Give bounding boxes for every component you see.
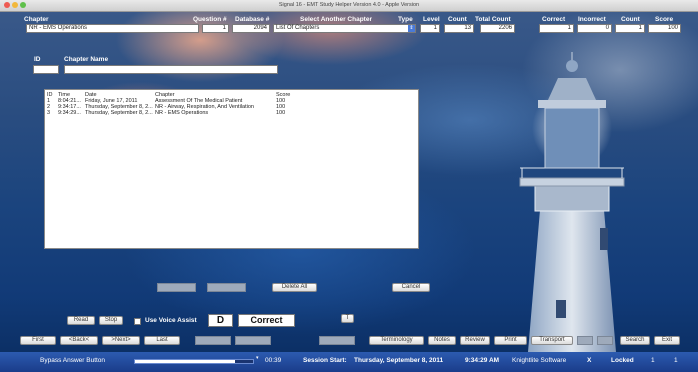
next-button[interactable]: >Next> <box>102 336 140 345</box>
results-list[interactable]: ID Time Date Chapter Score 1 8:04:21... … <box>44 89 419 249</box>
id-label: ID <box>34 56 41 63</box>
question-number-label: Question # <box>193 16 227 23</box>
terminology-button[interactable]: Terminology <box>369 336 424 345</box>
select-chapter-dropdown[interactable]: List Of Chapters ⇕ <box>273 24 416 33</box>
blank-button-3[interactable] <box>195 336 231 345</box>
session-time: 9:34:29 AM <box>465 357 500 364</box>
locked-indicator: Locked <box>611 357 634 364</box>
level-field[interactable]: 1 <box>420 24 440 33</box>
transport-button[interactable]: Transport <box>531 336 573 345</box>
answer-result-display: Correct <box>238 314 295 327</box>
last-button[interactable]: Last <box>144 336 180 345</box>
row-date: Thursday, September 8, 2... <box>85 110 153 116</box>
progress-end-icon: ▾ <box>256 355 259 361</box>
notes-button[interactable]: Notes <box>428 336 456 345</box>
voice-assist-checkbox[interactable] <box>134 318 141 325</box>
total-count-field[interactable]: 2206 <box>480 24 515 33</box>
print-button[interactable]: Print <box>494 336 527 345</box>
progress-fill <box>135 360 236 363</box>
count-label: Count <box>448 16 467 23</box>
timer-value: 00:39 <box>265 357 282 364</box>
blank-button-2[interactable] <box>207 283 246 292</box>
database-number-field[interactable]: 2094 <box>232 24 270 33</box>
blank-button-4[interactable] <box>235 336 271 345</box>
database-number-label: Database # <box>235 16 270 23</box>
count2-label: Count <box>621 16 640 23</box>
voice-assist-label: Use Voice Assist <box>145 317 197 324</box>
dropdown-arrow-icon: ⇕ <box>408 25 415 32</box>
list-item[interactable]: 3 9:34:29... Thursday, September 8, 2...… <box>45 110 418 116</box>
status-number-1: 1 <box>651 357 655 364</box>
row-id: 3 <box>47 110 51 116</box>
correct-label: Correct <box>542 16 566 23</box>
x-indicator: X <box>587 357 592 364</box>
row-score: 100 <box>276 110 286 116</box>
cancel-button[interactable]: Cancel <box>392 283 430 292</box>
window-title: Signal 16 - EMT Study Helper Version 4.0… <box>278 2 420 8</box>
total-count-label: Total Count <box>475 16 511 23</box>
back-button[interactable]: <Back< <box>60 336 98 345</box>
read-button[interactable]: Read <box>67 316 95 325</box>
question-number-field[interactable]: 1 <box>202 24 229 33</box>
blank-button-6[interactable] <box>577 336 593 345</box>
level-label: Level <box>423 16 440 23</box>
correct-field[interactable]: 1 <box>539 24 574 33</box>
t-button[interactable]: T <box>341 314 354 323</box>
review-button[interactable]: Review <box>460 336 490 345</box>
chapter-label: Chapter <box>24 16 49 23</box>
count2-field[interactable]: 1 <box>615 24 645 33</box>
chapter-field[interactable]: NR - EMS Operations <box>26 24 199 33</box>
session-start-label: Session Start: <box>303 357 347 364</box>
row-time: 9:34:29... <box>58 110 81 116</box>
stop-button[interactable]: Stop <box>99 316 123 325</box>
count-field[interactable]: 13 <box>444 24 474 33</box>
select-chapter-value: List Of Chapters <box>276 25 320 31</box>
company-name: Knightlite Software <box>512 357 567 364</box>
select-chapter-label: Select Another Chapter <box>300 16 372 23</box>
row-chapter: NR - EMS Operations <box>155 110 209 116</box>
incorrect-label: Incorrect <box>578 16 606 23</box>
status-number-2: 1 <box>674 357 678 364</box>
delete-all-button[interactable]: Delete All <box>272 283 317 292</box>
progress-track <box>134 359 254 364</box>
id-field[interactable] <box>33 65 59 74</box>
blank-button-5[interactable] <box>319 336 355 345</box>
chapter-name-label: Chapter Name <box>64 56 109 63</box>
search-button[interactable]: Search <box>620 336 650 345</box>
type-label: Type <box>398 16 413 23</box>
window-titlebar: Signal 16 - EMT Study Helper Version 4.0… <box>0 0 698 12</box>
chapter-name-field[interactable] <box>64 65 278 74</box>
blank-button-1[interactable] <box>157 283 196 292</box>
exit-button[interactable]: Exit <box>654 336 680 345</box>
incorrect-field[interactable]: 0 <box>577 24 612 33</box>
first-button[interactable]: First <box>20 336 56 345</box>
score-label: Score <box>655 16 674 23</box>
bypass-answer-button[interactable]: Bypass Answer Button <box>40 357 105 364</box>
answer-letter-display: D <box>208 314 233 327</box>
score-field[interactable]: 100 <box>648 24 681 33</box>
session-date: Thursday, September 8, 2011 <box>354 357 444 364</box>
blank-button-7[interactable] <box>597 336 613 345</box>
